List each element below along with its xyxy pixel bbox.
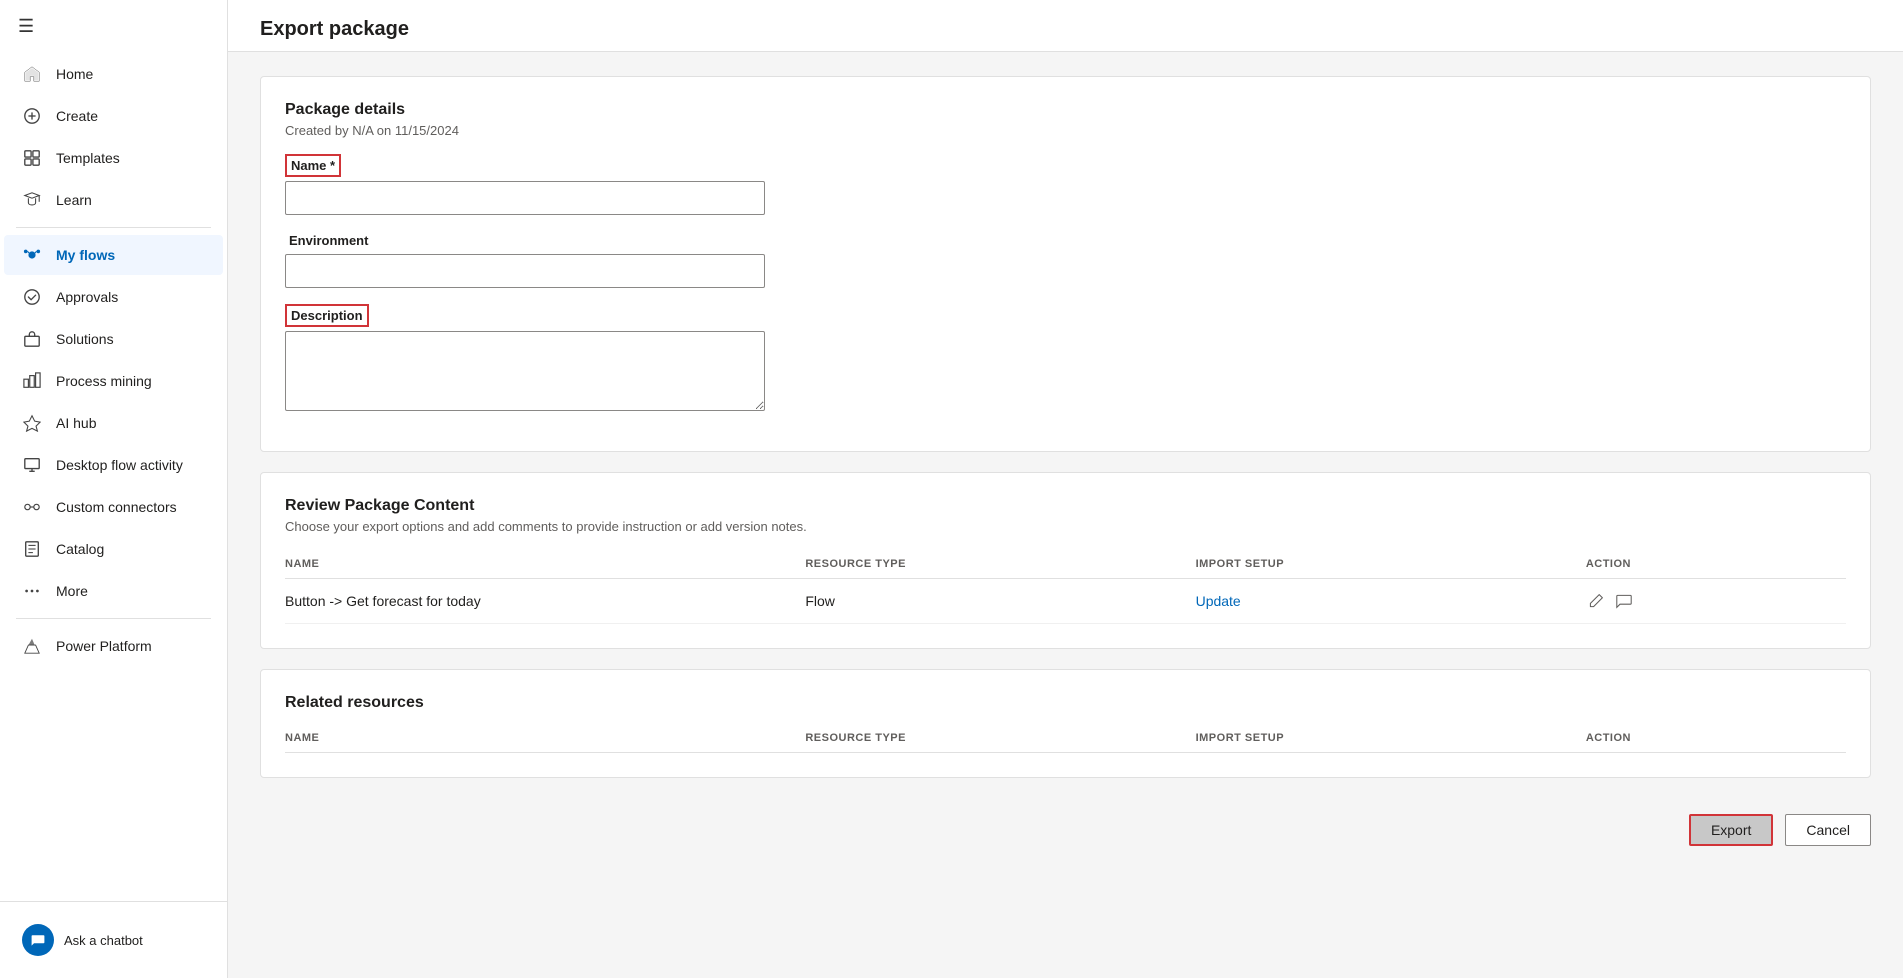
related-resources-title: Related resources — [285, 694, 1846, 712]
templates-icon — [22, 148, 42, 168]
name-field-group: Name * — [285, 154, 1846, 215]
related-resources-card: Related resources NAME RESOURCE TYPE IMP… — [260, 669, 1871, 778]
catalog-icon — [22, 539, 42, 559]
approvals-icon — [22, 287, 42, 307]
sidebar-item-catalog-label: Catalog — [56, 541, 104, 557]
edit-icon[interactable] — [1586, 591, 1606, 611]
name-label: Name * — [285, 154, 341, 177]
sidebar-item-process-mining[interactable]: Process mining — [4, 361, 223, 401]
create-icon — [22, 106, 42, 126]
description-input[interactable] — [285, 331, 765, 411]
footer-actions: Export Cancel — [228, 802, 1903, 858]
row-actions — [1586, 591, 1846, 611]
chatbot-label: Ask a chatbot — [64, 933, 143, 948]
learn-icon — [22, 190, 42, 210]
sidebar-item-my-flows-label: My flows — [56, 247, 115, 263]
review-package-table: NAME RESOURCE TYPE IMPORT SETUP ACTION B… — [285, 550, 1846, 624]
sidebar-item-power-platform[interactable]: Power Platform — [4, 626, 223, 666]
row-resource-type: Flow — [805, 593, 1195, 609]
sidebar-item-more-label: More — [56, 583, 88, 599]
cancel-button[interactable]: Cancel — [1785, 814, 1871, 846]
sidebar-divider-2 — [16, 618, 211, 619]
col-header-import-setup: IMPORT SETUP — [1196, 558, 1586, 570]
col-header-resource-type: RESOURCE TYPE — [805, 558, 1195, 570]
sidebar-item-catalog[interactable]: Catalog — [4, 529, 223, 569]
col-header-name: NAME — [285, 558, 805, 570]
description-field-group: Description — [285, 304, 1846, 411]
sidebar-item-home-label: Home — [56, 66, 93, 82]
chatbot-button[interactable]: Ask a chatbot — [4, 914, 223, 966]
sidebar-item-custom-connectors-label: Custom connectors — [56, 499, 177, 515]
desktop-flow-icon — [22, 455, 42, 475]
sidebar-item-templates[interactable]: Templates — [4, 138, 223, 178]
review-table-header: NAME RESOURCE TYPE IMPORT SETUP ACTION — [285, 550, 1846, 579]
comment-icon[interactable] — [1614, 591, 1634, 611]
environment-input[interactable] — [285, 254, 765, 288]
review-package-card: Review Package Content Choose your expor… — [260, 472, 1871, 649]
more-icon — [22, 581, 42, 601]
sidebar-item-solutions[interactable]: Solutions — [4, 319, 223, 359]
row-import-setup-link[interactable]: Update — [1196, 593, 1586, 609]
sidebar-divider — [16, 227, 211, 228]
review-package-title: Review Package Content — [285, 497, 1846, 515]
related-table-header: NAME RESOURCE TYPE IMPORT SETUP ACTION — [285, 724, 1846, 753]
rel-col-header-name: NAME — [285, 732, 805, 744]
table-row: Button -> Get forecast for today Flow Up… — [285, 579, 1846, 624]
related-resources-table: NAME RESOURCE TYPE IMPORT SETUP ACTION — [285, 724, 1846, 753]
custom-connectors-icon — [22, 497, 42, 517]
sidebar-item-ai-hub[interactable]: AI hub — [4, 403, 223, 443]
myflows-icon — [22, 245, 42, 265]
sidebar-power-platform-label: Power Platform — [56, 638, 152, 654]
sidebar-item-create[interactable]: Create — [4, 96, 223, 136]
sidebar-item-desktop-flow-activity[interactable]: Desktop flow activity — [4, 445, 223, 485]
sidebar-bottom: Ask a chatbot — [0, 901, 227, 978]
process-mining-icon — [22, 371, 42, 391]
sidebar-item-solutions-label: Solutions — [56, 331, 114, 347]
sidebar-item-approvals[interactable]: Approvals — [4, 277, 223, 317]
rel-col-header-resource-type: RESOURCE TYPE — [805, 732, 1195, 744]
environment-field-group: Environment — [285, 231, 1846, 288]
name-input[interactable] — [285, 181, 765, 215]
hamburger-icon[interactable]: ☰ — [0, 0, 227, 53]
main-content: Export package Package details Created b… — [228, 0, 1903, 978]
row-name: Button -> Get forecast for today — [285, 593, 805, 609]
power-platform-icon — [22, 636, 42, 656]
review-package-subtitle: Choose your export options and add comme… — [285, 519, 1846, 534]
sidebar-item-desktop-flow-label: Desktop flow activity — [56, 457, 183, 473]
rel-col-header-action: ACTION — [1586, 732, 1846, 744]
package-details-card: Package details Created by N/A on 11/15/… — [260, 76, 1871, 452]
ai-hub-icon — [22, 413, 42, 433]
sidebar-item-templates-label: Templates — [56, 150, 120, 166]
description-label: Description — [285, 304, 369, 327]
sidebar-item-learn-label: Learn — [56, 192, 92, 208]
sidebar-item-custom-connectors[interactable]: Custom connectors — [4, 487, 223, 527]
action-icons — [1586, 591, 1846, 611]
rel-col-header-import-setup: IMPORT SETUP — [1196, 732, 1586, 744]
page-title: Export package — [260, 18, 1871, 41]
sidebar-item-learn[interactable]: Learn — [4, 180, 223, 220]
package-details-title: Package details — [285, 101, 1846, 119]
home-icon — [22, 64, 42, 84]
sidebar-item-create-label: Create — [56, 108, 98, 124]
sidebar-item-my-flows[interactable]: My flows — [4, 235, 223, 275]
export-button[interactable]: Export — [1689, 814, 1773, 846]
sidebar-item-approvals-label: Approvals — [56, 289, 118, 305]
col-header-action: ACTION — [1586, 558, 1846, 570]
sidebar-item-more[interactable]: More — [4, 571, 223, 611]
sidebar-item-home[interactable]: Home — [4, 54, 223, 94]
sidebar-item-process-mining-label: Process mining — [56, 373, 152, 389]
environment-label: Environment — [285, 231, 372, 250]
page-header: Export package — [228, 0, 1903, 52]
chatbot-icon — [22, 924, 54, 956]
solutions-icon — [22, 329, 42, 349]
content-area: Package details Created by N/A on 11/15/… — [228, 52, 1903, 802]
package-details-subtitle: Created by N/A on 11/15/2024 — [285, 123, 1846, 138]
sidebar: ☰ Home Create Templates Learn My flows — [0, 0, 228, 978]
sidebar-item-ai-hub-label: AI hub — [56, 415, 96, 431]
